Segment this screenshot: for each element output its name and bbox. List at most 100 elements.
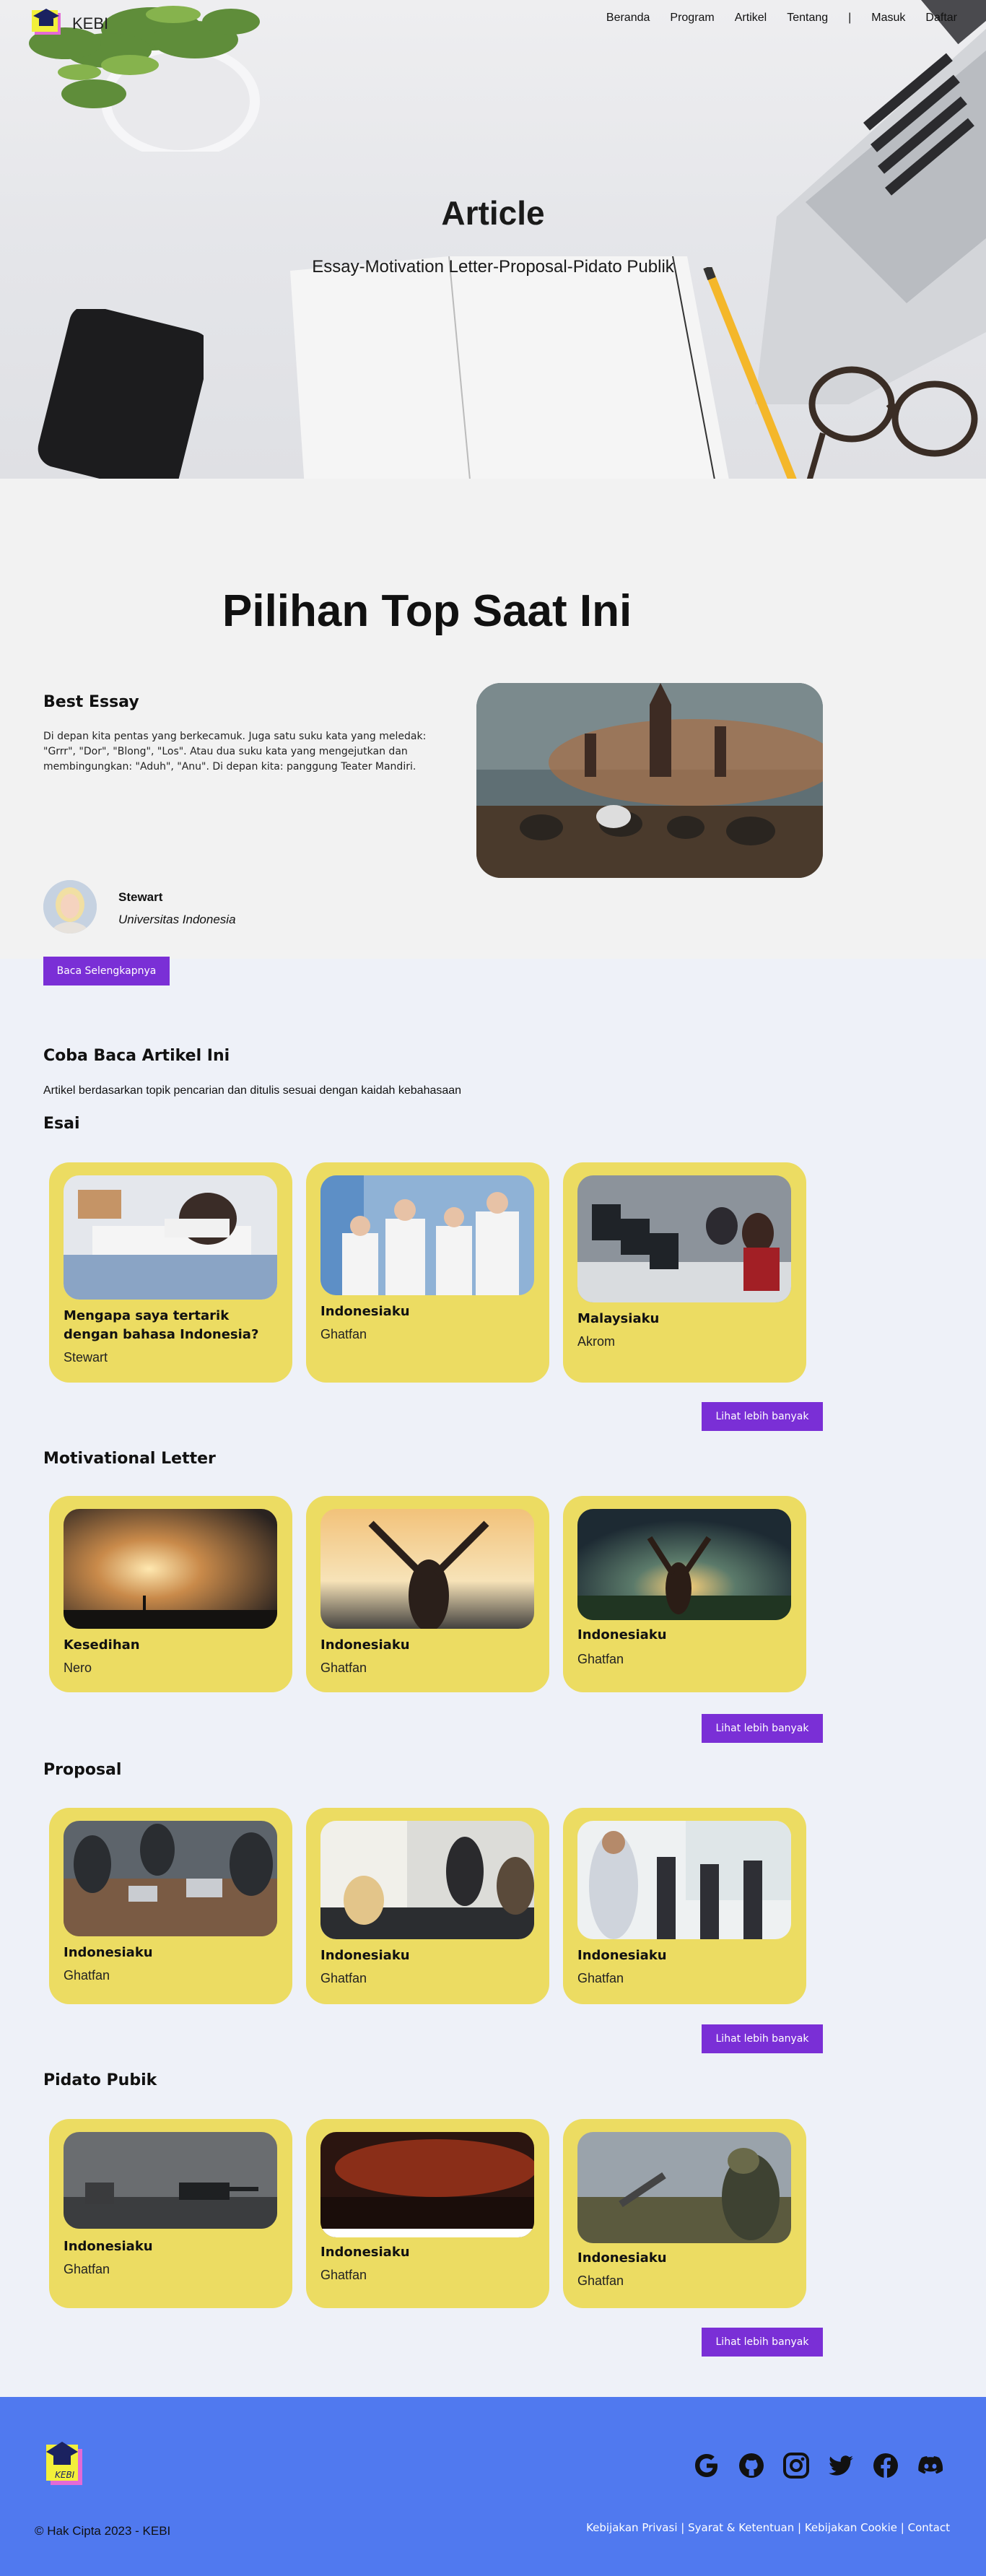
article-card[interactable]: Indonesiaku Ghatfan — [49, 1808, 292, 2004]
card-image-meeting-table — [64, 1821, 277, 1936]
card-author: Ghatfan — [577, 1971, 624, 1985]
article-card[interactable]: Indonesiaku Ghatfan — [563, 1808, 806, 2004]
nav-item-tentang[interactable]: Tentang — [787, 12, 828, 25]
card-title: Indonesiaku — [320, 1304, 410, 1319]
card-author: Nero — [64, 1661, 92, 1675]
card-author: Ghatfan — [320, 2268, 367, 2282]
card-image-woman-measuring — [64, 1175, 277, 1300]
card-title: Indonesiaku — [64, 2239, 153, 2254]
article-card[interactable]: Kesedihan Nero — [49, 1496, 292, 1692]
hero-title: Article — [441, 194, 545, 232]
view-more-button-esai[interactable]: Lihat lebih banyak — [702, 1402, 823, 1431]
nav-item-daftar[interactable]: Daftar — [925, 12, 957, 25]
top-pick-title: Pilihan Top Saat Ini — [222, 586, 632, 636]
category-title-proposal: Proposal — [43, 1761, 122, 1779]
card-author: Stewart — [64, 1350, 108, 1365]
kebi-logo-icon[interactable] — [29, 6, 69, 39]
card-title: Indonesiaku — [320, 1948, 410, 1963]
footer-link-terms[interactable]: Syarat & Ketentuan — [688, 2521, 794, 2534]
article-card[interactable]: Indonesiaku Ghatfan — [306, 1496, 549, 1692]
nav-item-masuk[interactable]: Masuk — [871, 12, 905, 25]
footer-link-divider: | — [681, 2521, 685, 2534]
card-title: Mengapa saya tertarik dengan bahasa Indo… — [64, 1308, 259, 1342]
footer-link-contact[interactable]: Contact — [908, 2521, 950, 2534]
card-image-doctors — [320, 1175, 534, 1295]
category-title-motivational-letter: Motivational Letter — [43, 1450, 216, 1468]
card-image-man-raising-arms — [577, 1509, 791, 1620]
card-title: Kesedihan — [64, 1637, 140, 1653]
notebook-decoration — [290, 256, 729, 479]
card-author: Ghatfan — [577, 2273, 624, 2288]
github-icon[interactable] — [738, 2452, 765, 2479]
footer-links: Kebijakan Privasi | Syarat & Ketentuan |… — [586, 2521, 950, 2534]
article-card[interactable]: Indonesiaku Ghatfan — [563, 2119, 806, 2308]
article-card[interactable]: Indonesiaku Ghatfan — [306, 1162, 549, 1383]
glasses-decoration — [806, 366, 978, 479]
nav-divider: | — [848, 12, 852, 24]
copyright-text: © Hak Cipta 2023 - KEBI — [35, 2524, 171, 2538]
footer-link-privacy[interactable]: Kebijakan Privasi — [586, 2521, 677, 2534]
hero-subtitle: Essay-Motivation Letter-Proposal-Pidato … — [312, 257, 674, 277]
best-essay-label: Best Essay — [43, 693, 139, 711]
category-title-esai: Esai — [43, 1115, 80, 1133]
article-card[interactable]: Indonesiaku Ghatfan — [306, 1808, 549, 2004]
card-author: Ghatfan — [320, 1327, 367, 1341]
nav-item-artikel[interactable]: Artikel — [735, 12, 767, 25]
view-more-button-motivational-letter[interactable]: Lihat lebih banyak — [702, 1714, 823, 1743]
nav-item-beranda[interactable]: Beranda — [606, 12, 650, 25]
card-image-office-computers — [577, 1175, 791, 1302]
author-name: Stewart — [118, 890, 163, 904]
article-card[interactable]: Malaysiaku Akrom — [563, 1162, 806, 1383]
card-title: Indonesiaku — [577, 1627, 667, 1642]
instagram-icon[interactable] — [782, 2452, 810, 2479]
article-card[interactable]: Mengapa saya tertarik dengan bahasa Indo… — [49, 1162, 292, 1383]
card-title: Indonesiaku — [64, 1945, 153, 1960]
phone-decoration — [38, 309, 204, 479]
view-more-button-pidato-pubik[interactable]: Lihat lebih banyak — [702, 2328, 823, 2357]
author-avatar-image — [43, 880, 97, 934]
top-pick-section: Pilihan Top Saat Ini Best Essay Di depan… — [0, 479, 986, 985]
card-author: Ghatfan — [64, 2262, 110, 2276]
articles-description: Artikel berdasarkan topik pencarian dan … — [43, 1084, 462, 1097]
facebook-icon[interactable] — [872, 2452, 899, 2479]
best-essay-excerpt: Di depan kita pentas yang berkecamuk. Ju… — [43, 731, 427, 773]
articles-title: Coba Baca Artikel Ini — [43, 1047, 230, 1065]
card-author: Ghatfan — [64, 1968, 110, 1983]
card-image-battlefield — [320, 2132, 534, 2237]
card-title: Indonesiaku — [577, 2250, 667, 2266]
social-icons — [693, 2452, 944, 2479]
card-image-sunset-silhouette — [64, 1509, 277, 1629]
card-title: Malaysiaku — [577, 1311, 660, 1326]
footer-link-divider: | — [798, 2521, 802, 2534]
discord-icon[interactable] — [917, 2452, 944, 2479]
author-avatar — [43, 880, 97, 934]
top-navigation: KEBI Beranda Program Artikel Tentang | M… — [0, 0, 986, 40]
card-image-presentation — [320, 1821, 534, 1939]
article-card[interactable]: Indonesiaku Ghatfan — [563, 1496, 806, 1692]
brand-name[interactable]: KEBI — [72, 14, 108, 33]
footer-logo-icon[interactable]: KEBI — [40, 2434, 90, 2488]
twitter-icon[interactable] — [827, 2452, 855, 2479]
card-author: Ghatfan — [320, 1971, 367, 1985]
card-author: Akrom — [577, 1334, 616, 1349]
article-card[interactable]: Indonesiaku Ghatfan — [49, 2119, 292, 2308]
card-title: Indonesiaku — [577, 1948, 667, 1963]
category-title-pidato-pubik: Pidato Pubik — [43, 2071, 157, 2089]
google-icon[interactable] — [693, 2452, 720, 2479]
card-image-soldier-rocket — [577, 2132, 791, 2243]
card-title: Indonesiaku — [320, 2245, 410, 2260]
footer-link-divider: | — [900, 2521, 904, 2534]
nav-item-program[interactable]: Program — [670, 12, 714, 25]
card-title: Indonesiaku — [320, 1637, 410, 1653]
footer-link-cookie[interactable]: Kebijakan Cookie — [805, 2521, 897, 2534]
best-essay-image — [476, 683, 823, 878]
view-more-button-proposal[interactable]: Lihat lebih banyak — [702, 2024, 823, 2053]
card-image-woman-raising-arms — [320, 1509, 534, 1629]
author-university: Universitas Indonesia — [118, 913, 236, 926]
articles-section: Coba Baca Artikel Ini Artikel berdasarka… — [0, 959, 986, 2397]
footer-logo-text: KEBI — [55, 2470, 75, 2480]
card-image-tank — [64, 2132, 277, 2229]
card-author: Ghatfan — [577, 1652, 624, 1666]
hero-section: KEBI Beranda Program Artikel Tentang | M… — [0, 0, 986, 479]
article-card[interactable]: Indonesiaku Ghatfan — [306, 2119, 549, 2308]
